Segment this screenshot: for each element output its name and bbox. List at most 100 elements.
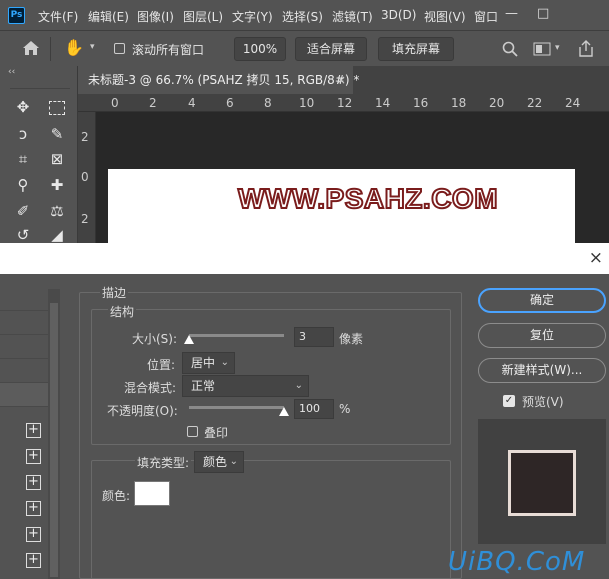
menu-image[interactable]: 图像(I): [137, 8, 174, 25]
maximize-button[interactable]: □: [537, 6, 549, 21]
menu-3d[interactable]: 3D(D): [381, 8, 416, 22]
add-style-icon[interactable]: +: [26, 501, 41, 516]
size-label: 大小(S):: [132, 332, 178, 346]
lasso-tool-icon[interactable]: ↄ: [12, 123, 34, 145]
ruler-label: 14: [375, 96, 391, 110]
crop-tool-icon[interactable]: ⌗: [12, 148, 34, 170]
search-icon[interactable]: [502, 41, 518, 57]
size-slider-thumb[interactable]: [184, 335, 194, 344]
watermark: UiBQ.CoM: [448, 547, 586, 577]
chevron-down-icon[interactable]: ▾: [90, 42, 95, 52]
workspace-icon[interactable]: [533, 42, 551, 56]
horizontal-ruler: 0 2 4 6 8 10 12 14 16 18 20 22 24: [78, 94, 609, 112]
brush-tool-icon[interactable]: ✐: [12, 200, 34, 222]
eyedropper-icon[interactable]: ⚲: [12, 174, 34, 196]
document-tab[interactable]: 未标题-3 @ 66.7% (PSAHZ 拷贝 15, RGB/8#) * ×: [78, 66, 359, 94]
menu-layer[interactable]: 图层(L): [183, 8, 223, 25]
fill-type-dropdown[interactable]: 颜色 ⌄: [194, 451, 244, 473]
share-icon[interactable]: [578, 40, 594, 57]
close-tab-icon[interactable]: ×: [336, 66, 346, 94]
reset-button[interactable]: 复位: [478, 323, 606, 348]
menu-file[interactable]: 文件(F): [38, 8, 78, 25]
options-bar: ✋ ▾ 滚动所有窗口 100% 适合屏幕 填充屏幕 ▾: [0, 30, 609, 66]
opacity-input[interactable]: 100: [294, 399, 334, 419]
magic-wand-icon[interactable]: ✎: [46, 123, 68, 145]
list-item[interactable]: [0, 383, 48, 407]
preview-swatch: [508, 450, 576, 516]
opacity-unit: %: [339, 402, 351, 416]
document-canvas[interactable]: WWW.PSAHZ.COM: [108, 169, 575, 243]
minimize-button[interactable]: —: [505, 6, 518, 21]
ruler-label: 16: [413, 96, 429, 110]
add-style-icon[interactable]: +: [26, 475, 41, 490]
ruler-label: 20: [489, 96, 505, 110]
marquee-tool-icon[interactable]: [46, 97, 68, 119]
blend-mode-label: 混合模式:: [124, 381, 177, 395]
hand-tool-icon[interactable]: ✋: [64, 38, 84, 57]
new-style-button[interactable]: 新建样式(W)...: [478, 358, 606, 383]
ruler-label: 18: [451, 96, 467, 110]
menu-filter[interactable]: 滤镜(T): [332, 8, 373, 25]
list-item[interactable]: [0, 359, 48, 383]
add-style-icon[interactable]: +: [26, 449, 41, 464]
ruler-label: 6: [226, 96, 234, 110]
scroll-all-checkbox[interactable]: [114, 43, 125, 54]
menu-window[interactable]: 窗口: [474, 8, 498, 25]
eraser-tool-icon[interactable]: ◢: [46, 224, 68, 243]
overprint-label: 叠印: [204, 426, 229, 440]
preview-checkbox[interactable]: ✓: [503, 395, 515, 407]
zoom-field[interactable]: 100%: [234, 37, 286, 61]
canvas-area[interactable]: WWW.PSAHZ.COM: [96, 112, 609, 243]
ruler-label: 10: [299, 96, 315, 110]
ruler-label: 22: [527, 96, 543, 110]
opacity-slider[interactable]: [189, 406, 284, 409]
chevron-down-icon[interactable]: ▾: [555, 43, 560, 53]
fill-screen-button[interactable]: 填充屏幕: [378, 37, 454, 61]
size-slider[interactable]: [189, 334, 284, 337]
menu-view[interactable]: 视图(V): [424, 8, 466, 25]
size-unit: 像素: [339, 332, 364, 346]
opacity-slider-thumb[interactable]: [279, 407, 289, 416]
ruler-label: 8: [264, 96, 272, 110]
history-brush-icon[interactable]: ↺: [12, 224, 34, 243]
collapse-panel-icon[interactable]: ‹‹: [8, 67, 15, 77]
vertical-ruler: 2 0 2: [78, 112, 96, 243]
healing-brush-icon[interactable]: ✚: [46, 174, 68, 196]
opacity-label: 不透明度(O):: [107, 404, 178, 418]
chevron-down-icon: ⌄: [229, 456, 238, 467]
list-item[interactable]: [0, 335, 48, 359]
layer-style-dialog: × + + + + + + 描边 结构 大小(S): 3 像素 位置: 居中 ⌄…: [0, 243, 609, 579]
menu-bar: Ps 文件(F) 编辑(E) 图像(I) 图层(L) 文字(Y) 选择(S) 滤…: [0, 0, 609, 30]
color-swatch[interactable]: [134, 481, 170, 506]
divider: [50, 37, 51, 61]
ruler-label: 2: [81, 212, 89, 226]
fit-screen-button[interactable]: 适合屏幕: [295, 37, 367, 61]
ok-button[interactable]: 确定: [478, 288, 606, 313]
frame-tool-icon[interactable]: ⊠: [46, 148, 68, 170]
add-style-icon[interactable]: +: [26, 553, 41, 568]
add-style-icon[interactable]: +: [26, 527, 41, 542]
style-preview: [478, 419, 606, 544]
menu-edit[interactable]: 编辑(E): [88, 8, 129, 25]
scrollbar-thumb[interactable]: [50, 303, 58, 577]
canvas-text: WWW.PSAHZ.COM: [237, 182, 499, 215]
list-item[interactable]: [0, 287, 48, 311]
ruler-label: 0: [81, 170, 89, 184]
position-label: 位置:: [147, 358, 176, 372]
position-dropdown[interactable]: 居中 ⌄: [182, 352, 235, 374]
blend-mode-dropdown[interactable]: 正常 ⌄: [182, 375, 309, 397]
ruler-label: 24: [565, 96, 581, 110]
list-item[interactable]: [0, 311, 48, 335]
home-icon[interactable]: [22, 40, 40, 56]
move-tool-icon[interactable]: ✥: [12, 96, 34, 118]
scroll-all-label: 滚动所有窗口: [132, 43, 205, 57]
menu-type[interactable]: 文字(Y): [232, 8, 273, 25]
stamp-tool-icon[interactable]: ⚖: [46, 200, 68, 222]
overprint-checkbox[interactable]: [187, 426, 198, 437]
size-input[interactable]: 3: [294, 327, 334, 347]
ruler-label: 2: [149, 96, 157, 110]
add-style-icon[interactable]: +: [26, 423, 41, 438]
menu-select[interactable]: 选择(S): [282, 8, 323, 25]
ruler-label: 2: [81, 130, 89, 144]
close-icon[interactable]: ×: [589, 248, 603, 268]
